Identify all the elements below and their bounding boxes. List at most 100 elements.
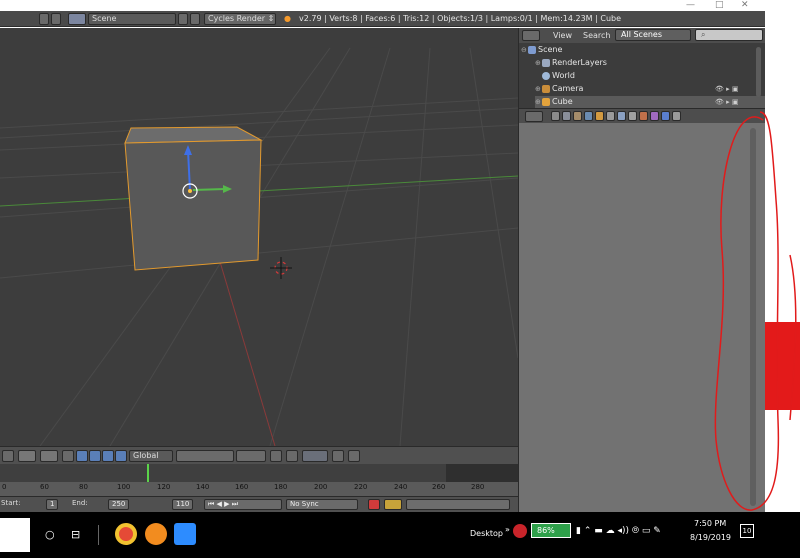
render-preview-icon[interactable] [348, 450, 360, 462]
proportional-edit-icon[interactable] [286, 450, 298, 462]
display-mode-select[interactable]: All Scenes [615, 29, 691, 41]
scene-tab-icon[interactable] [573, 111, 582, 121]
minimize-icon[interactable]: — [686, 0, 695, 10]
start-frame-field[interactable]: 1 [46, 499, 59, 510]
zoom-icon[interactable] [174, 523, 196, 545]
render-tab-icon[interactable] [551, 111, 560, 121]
particles-tab-icon[interactable] [661, 111, 670, 121]
scene-add-button[interactable] [178, 13, 188, 25]
snap-select[interactable] [302, 450, 328, 462]
screen-prev-button[interactable] [39, 13, 49, 25]
orientation-select[interactable]: Global [129, 450, 173, 462]
clock-time[interactable]: 7:50 PM [694, 519, 726, 528]
playback-controls[interactable]: ⏮ ◀ ▶ ⏭ [204, 499, 282, 510]
keying-icon[interactable] [384, 499, 402, 510]
scene-icon [528, 45, 536, 54]
background-strip [765, 0, 800, 512]
outliner-item-scene[interactable]: ⊖ Scene [521, 44, 757, 56]
data-tab-icon[interactable] [628, 111, 637, 121]
editor-type-select[interactable] [522, 30, 540, 41]
properties-header [518, 108, 765, 123]
outliner-scrollbar[interactable] [756, 47, 761, 97]
layers-grid-1[interactable] [176, 450, 234, 462]
maximize-icon[interactable]: □ [715, 0, 724, 10]
outliner-item-world[interactable]: World [535, 70, 771, 82]
keying-set-field[interactable] [406, 499, 510, 510]
scene-remove-button[interactable] [190, 13, 200, 25]
search-icon: ⌕ [701, 30, 706, 39]
blender-taskbar-icon[interactable] [145, 523, 167, 545]
taskbar: ○ ⊟ Desktop » 86% ▮ ⌃ ▬ ☁ ◂)) ⦾ ▭ ✎ 7:50… [0, 512, 800, 558]
layers-grid-2[interactable] [236, 450, 266, 462]
cube-object[interactable] [124, 126, 263, 271]
world-icon [542, 71, 550, 80]
battery-indicator[interactable]: 86% [531, 523, 571, 538]
notification-center-icon[interactable]: 10 [740, 524, 754, 538]
tray-app-icon[interactable] [513, 524, 527, 538]
camera-icon [542, 84, 550, 93]
outliner-header: View Search All Scenes ⌕ [518, 28, 765, 43]
transform-icon[interactable] [115, 450, 127, 462]
3d-viewport[interactable] [0, 28, 518, 446]
physics-tab-icon[interactable] [672, 111, 681, 121]
start-label: Start: [1, 499, 21, 507]
end-frame-field[interactable]: 250 [108, 499, 130, 510]
world-tab-icon[interactable] [584, 111, 593, 121]
viewport-menu-button[interactable] [2, 450, 14, 462]
shading-select[interactable] [18, 450, 36, 462]
outliner-search-menu[interactable]: Search [583, 30, 610, 41]
timeline-ruler: 0 60 80 100 120 140 160 180 200 220 240 … [0, 482, 518, 496]
record-icon[interactable] [368, 499, 380, 510]
task-view-icon[interactable]: ⊟ [71, 526, 80, 544]
taskbar-search-box[interactable] [0, 518, 30, 552]
viewport-header: Global [0, 446, 518, 464]
clock-date[interactable]: 8/19/2019 [690, 533, 731, 542]
cortana-icon[interactable]: ○ [45, 526, 55, 544]
outliner-view-menu[interactable]: View [553, 30, 572, 41]
timeline-out-of-range [446, 464, 518, 482]
texture-tab-icon[interactable] [650, 111, 659, 121]
scene-field[interactable]: Scene [88, 13, 176, 25]
material-tab-icon[interactable] [639, 111, 648, 121]
properties-panel[interactable] [518, 123, 765, 512]
snap-target-icon[interactable] [332, 450, 344, 462]
close-icon[interactable]: ✕ [741, 0, 749, 10]
scale-icon[interactable] [102, 450, 114, 462]
current-frame-field[interactable]: 110 [172, 499, 194, 510]
properties-editor-select[interactable] [525, 111, 543, 122]
chrome-icon[interactable] [115, 523, 137, 545]
rotate-icon[interactable] [89, 450, 101, 462]
outliner-search-input[interactable]: ⌕ [695, 29, 763, 41]
render-engine-select[interactable]: Cycles Render ⇕ [204, 13, 276, 25]
lock-layers-icon[interactable] [270, 450, 282, 462]
translate-icon[interactable] [76, 450, 88, 462]
pivot-select[interactable] [40, 450, 58, 462]
modifiers-tab-icon[interactable] [617, 111, 626, 121]
sync-select[interactable]: No Sync [286, 499, 358, 510]
toolbar-chevron-icon[interactable]: » [505, 525, 510, 534]
outliner[interactable]: ⊖ Scene ⊕ RenderLayers World ⊕ Camera 👁 ▸ ▣… [518, 43, 771, 108]
constraints-tab-icon[interactable] [606, 111, 615, 121]
desktop-toolbar[interactable]: Desktop [470, 529, 503, 538]
current-frame-marker[interactable] [147, 464, 149, 482]
properties-scrollbar[interactable] [750, 128, 756, 506]
manipulator-toggle[interactable] [62, 450, 74, 462]
outliner-item-cube[interactable]: ⊕ Cube 👁 ▸ ▣ [535, 96, 771, 108]
timeline-footer: Start: 1 End: 250 110 ⏮ ◀ ▶ ⏭ No Sync [0, 496, 518, 512]
renderlayers-icon [542, 58, 550, 67]
outliner-item-camera[interactable]: ⊕ Camera 👁 ▸ ▣ [535, 83, 771, 95]
blender-logo-icon: ● [284, 14, 291, 23]
timeline[interactable]: 0 60 80 100 120 140 160 180 200 220 240 … [0, 464, 518, 496]
object-tab-icon[interactable] [595, 111, 604, 121]
outliner-item-renderlayers[interactable]: ⊕ RenderLayers [535, 57, 771, 69]
cube-visibility-icons[interactable]: 👁 ▸ ▣ [715, 96, 738, 108]
3d-cursor-icon[interactable] [270, 257, 292, 279]
screen-close-button[interactable] [51, 13, 61, 25]
info-header: Scene Cycles Render ⇕ ● v2.79 | Verts:8 … [0, 11, 765, 27]
scene-type-icon[interactable] [68, 13, 86, 25]
layers-tab-icon[interactable] [562, 111, 571, 121]
cube-icon [542, 97, 550, 106]
tray-icons[interactable]: ▮ ⌃ ▬ ☁ ◂)) ⦾ ▭ ✎ [576, 526, 661, 536]
camera-visibility-icons[interactable]: 👁 ▸ ▣ [715, 83, 738, 95]
end-label: End: [72, 499, 88, 507]
